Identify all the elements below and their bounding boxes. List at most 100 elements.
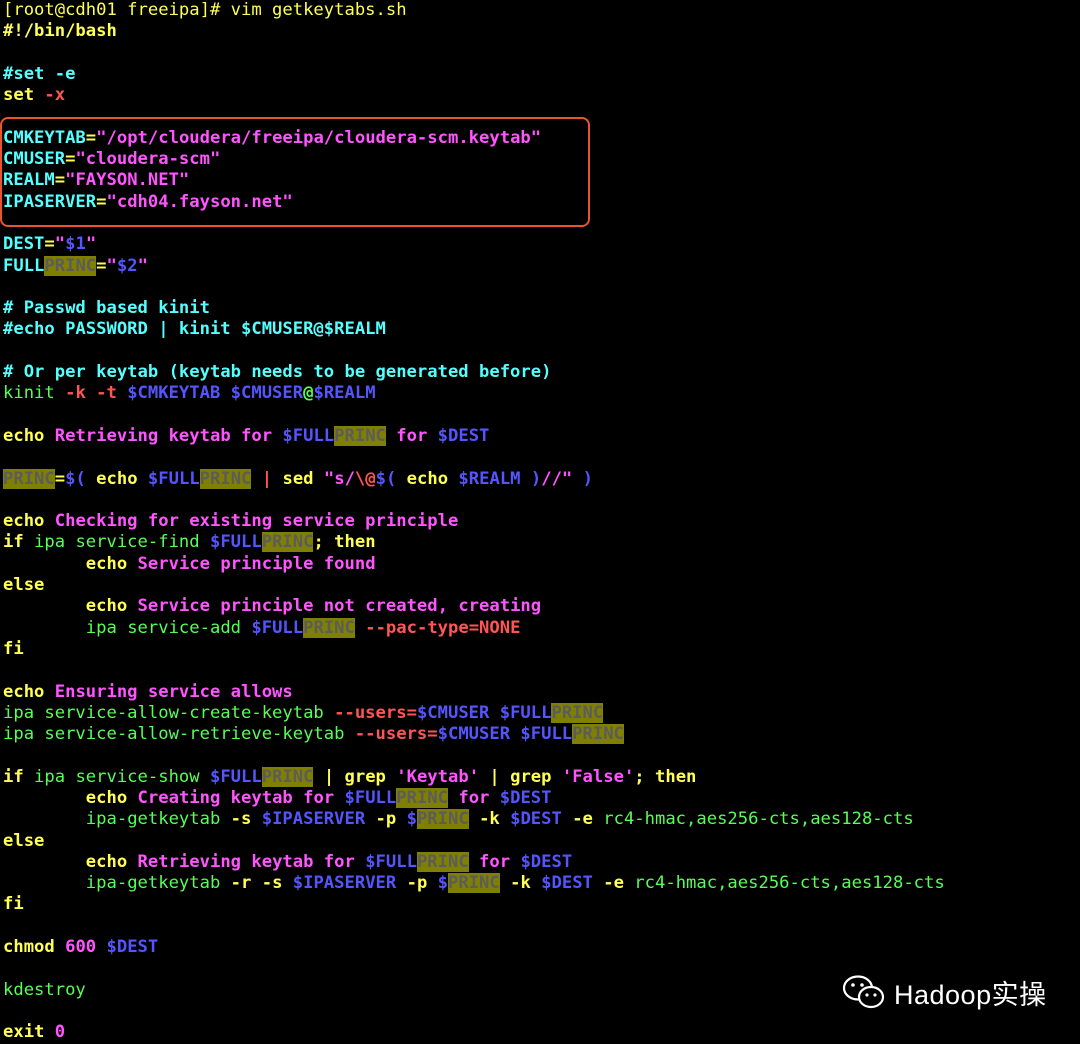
code-token-sym: @ (303, 383, 314, 404)
code-line: echo Checking for existing service princ… (3, 511, 1080, 532)
code-line: DEST="$1" (3, 234, 1080, 255)
code-line: echo Retrieving keytab for $FULLPRINC fo… (3, 851, 1080, 873)
code-token-hl: PRINC (448, 873, 500, 894)
code-token-keyword: -p (406, 873, 438, 894)
watermark-text: Hadoop实操 (894, 979, 1047, 1010)
code-token-string: Retrieving keytab for (54, 425, 283, 446)
code-token-expand: $CMKEYTAB $CMUSER (127, 383, 304, 404)
code-token-keyword: fi (3, 894, 24, 915)
code-line: exit 0 (3, 1022, 1080, 1043)
code-token-comment: # Passwd based kinit (3, 298, 210, 319)
code-token-keyword: else (3, 575, 45, 596)
code-token-keyword: -e (603, 873, 635, 894)
code-token-expand: $DEST (510, 809, 573, 830)
code-line: if ipa service-find $FULLPRINC; then (3, 532, 1080, 553)
code-token-var: DEST (3, 234, 45, 255)
code-line: #!/bin/bash (3, 21, 1080, 42)
code-token-keyword: ; then (634, 766, 697, 787)
code-token-hl: PRINC (199, 468, 252, 489)
code-token-expand: $DEST (499, 787, 552, 808)
code-token-expand: $1 (65, 234, 86, 255)
wechat-icon (842, 974, 886, 1010)
code-token-string: Creating keytab for (137, 787, 345, 808)
code-token-keyword: if (3, 766, 35, 787)
code-token-expand: $REALM ) (458, 468, 542, 489)
code-token-hl: PRINC (3, 468, 55, 489)
code-token-cmd: ipa service-allow-create-keytab (3, 702, 335, 723)
code-token-string: " (137, 255, 148, 276)
code-token-keyword: echo (3, 681, 55, 702)
code-token-keyword: echo (406, 468, 459, 489)
code-line: kinit -k -t $CMKEYTAB $CMUSER@$REALM (3, 383, 1080, 404)
code-token-string: Checking for existing service principle (54, 511, 459, 532)
code-token-expand: $FULL (209, 532, 262, 553)
code-token-keyword: echo (96, 468, 148, 489)
code-token-flag: --pac-type=NONE (365, 617, 521, 638)
code-token-keyword: ; then (313, 532, 376, 553)
watermark: Hadoop实操 (842, 970, 1047, 1014)
code-token-keyword: -p (375, 809, 407, 830)
code-token-expand: $DEST (541, 873, 604, 894)
code-token-cmd: ipa service-find (34, 532, 210, 553)
code-line: echo Ensuring service allows (3, 682, 1080, 703)
code-line: chmod 600 $DEST (3, 937, 1080, 958)
code-token-keyword: else (3, 830, 45, 851)
code-token-keyword: -k (479, 809, 511, 830)
code-token-expand: $ (437, 873, 448, 894)
code-token-hl: PRINC (44, 255, 97, 276)
code-token-string: Service principle not created, creating (137, 596, 542, 617)
code-token-flag: -x (44, 85, 66, 106)
code-token-expand: $FULL (147, 468, 200, 489)
code-line: echo Service principle not created, crea… (3, 596, 1080, 617)
code-line: # Passwd based kinit (3, 298, 1080, 319)
code-line: # Or per keytab (keytab needs to be gene… (3, 362, 1080, 383)
code-line: FULLPRINC="$2" (3, 255, 1080, 277)
code-line: if ipa service-show $FULLPRINC | grep 'K… (3, 766, 1080, 788)
code-token-cmd: ipa-getkeytab (85, 809, 231, 830)
code-token-plain: | grep (313, 766, 397, 787)
code-token-hl: PRINC (416, 809, 469, 830)
code-token-expand: $FULL (282, 425, 335, 446)
code-token-eq: = (54, 468, 66, 489)
code-token-expand: $2 (116, 255, 138, 276)
code-token-var: FULL (3, 255, 45, 276)
code-token-plain: | grep (479, 766, 562, 787)
code-line: PRINC=$( echo $FULLPRINC | sed "s/\@$( e… (3, 468, 1080, 490)
code-token-keyword: echo (3, 425, 55, 446)
code-token-string: " (85, 234, 97, 255)
code-token-flag: \@ (354, 468, 376, 489)
code-line: echo Retrieving keytab for $FULLPRINC fo… (3, 425, 1080, 447)
code-token-expand: $DEST (106, 937, 159, 958)
code-token-hl: PRINC (261, 766, 314, 787)
code-token-string: for (448, 787, 500, 808)
code-token-expand: $( (65, 468, 97, 489)
code-token-string: for (385, 425, 438, 446)
code-line: else (3, 831, 1080, 852)
code-token-string: 0 (54, 1022, 66, 1043)
code-token-cmd: kinit (3, 383, 66, 404)
code-token-expand: $DEST (520, 851, 573, 872)
code-token-string: //" (541, 468, 573, 489)
code-token-expand: $FULL (365, 851, 417, 872)
code-token-comment: #echo PASSWORD | kinit $CMUSER@$REALM (3, 319, 386, 340)
code-token-string: "s/ (323, 468, 355, 489)
code-token-expand: $CMUSER $FULL (416, 702, 552, 723)
code-token-expand: $IPASERVER (292, 873, 407, 894)
shell-prompt: [root@cdh01 freeipa]# vim getkeytabs.sh (3, 0, 1080, 21)
code-token-expand: $FULL (344, 787, 397, 808)
code-token-expand: $FULL (209, 766, 262, 787)
code-token-expand: $IPASERVER (261, 809, 376, 830)
config-highlight-box (0, 117, 590, 227)
code-token-expand: $REALM (313, 383, 376, 404)
code-token-string: 'False' (561, 766, 635, 787)
